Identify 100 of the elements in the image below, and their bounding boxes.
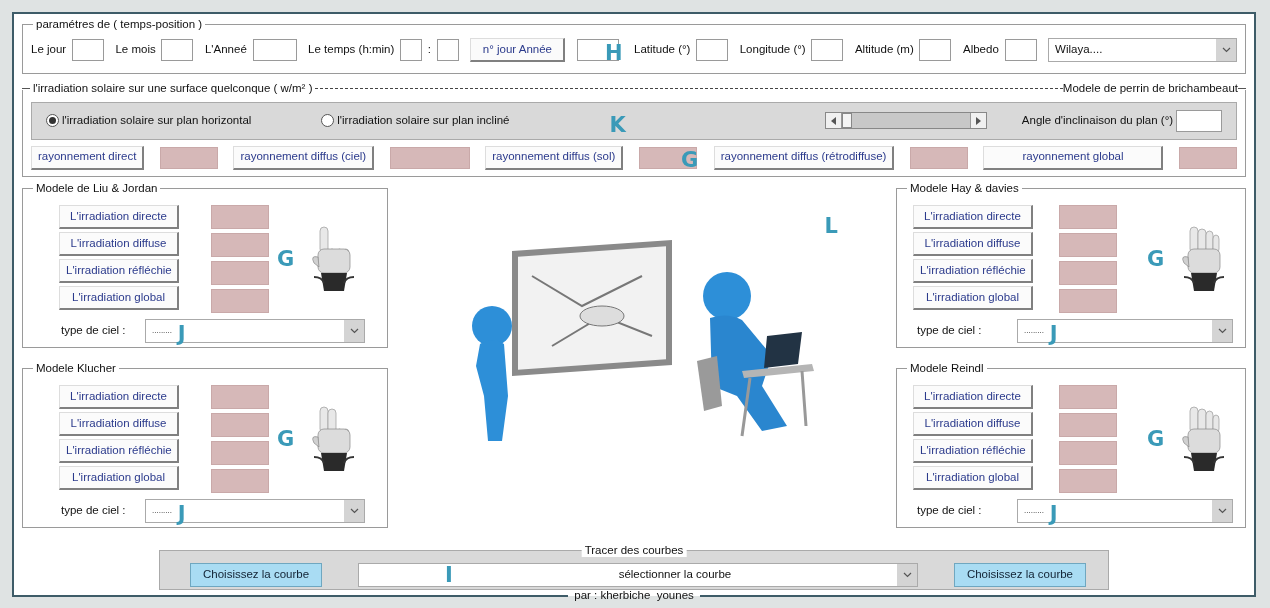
chevron-icon	[349, 507, 359, 514]
model-button[interactable]: L'irradiation réfléchie	[913, 438, 1033, 463]
output-field	[211, 441, 269, 465]
dropdown[interactable]: I sélectionner la courbe	[358, 563, 918, 587]
annotation-letter: L	[824, 216, 838, 236]
field-label: Le jour	[31, 42, 67, 58]
model-button[interactable]: L'irradiation global	[59, 285, 179, 310]
output-button[interactable]: rayonnement global	[983, 145, 1164, 170]
model-button[interactable]: L'irradiation réfléchie	[913, 258, 1033, 283]
annotation-letter: J	[1049, 323, 1058, 344]
annotation-letter: G	[1147, 429, 1165, 449]
output-button[interactable]: rayonnement direct	[31, 145, 145, 170]
annotation-letter: G	[1147, 249, 1165, 269]
output-button[interactable]: rayonnement diffus (sol)	[485, 145, 624, 170]
model-button[interactable]: L'irradiation directe	[59, 205, 179, 229]
output-field	[638, 146, 697, 169]
field-label: type de ciel :	[61, 323, 127, 339]
input-field[interactable]	[577, 38, 619, 61]
output-field	[1059, 261, 1117, 285]
annotation-letter: J	[177, 323, 186, 344]
annotation-letter: J	[177, 503, 186, 524]
output-field	[211, 385, 269, 409]
output-field	[211, 289, 269, 313]
model-button[interactable]: L'irradiation réfléchie	[59, 258, 179, 283]
field-label: Le temps (h:min)	[308, 42, 395, 58]
model-button[interactable]: L'irradiation global	[59, 465, 179, 490]
input-field[interactable]	[71, 38, 104, 61]
output-field	[1059, 233, 1117, 257]
field-label: Albedo	[963, 42, 999, 58]
section-title: Tracer des courbes	[581, 543, 687, 557]
field-label: type de ciel :	[61, 503, 127, 519]
field-label: Altitude (m)	[854, 42, 914, 58]
model-button[interactable]: L'irradiation diffuse	[59, 411, 179, 436]
field-label: type de ciel :	[917, 323, 983, 339]
input-field[interactable]	[1176, 109, 1222, 132]
output-field	[909, 146, 968, 169]
day-number-button[interactable]: n° jour Année	[470, 37, 566, 62]
chevron-icon	[902, 572, 912, 578]
model-button[interactable]: L'irradiation diffuse	[913, 231, 1033, 256]
dropdown[interactable]: ......... J	[145, 318, 365, 343]
output-field	[1179, 146, 1237, 169]
chevron-icon	[1217, 327, 1227, 334]
chevron-icon	[1221, 46, 1231, 53]
model-button[interactable]: L'irradiation réfléchie	[59, 438, 179, 463]
input-field[interactable]	[161, 38, 194, 61]
input-field[interactable]	[252, 38, 297, 61]
dropdown[interactable]: Wilaya....	[1048, 37, 1237, 62]
output-field	[1059, 205, 1117, 229]
model-button[interactable]: L'irradiation directe	[913, 205, 1033, 229]
field-label: type de ciel :	[917, 503, 983, 519]
chevron-icon	[1217, 507, 1227, 514]
input-field[interactable]	[811, 38, 844, 61]
model-button[interactable]: L'irradiation directe	[913, 385, 1033, 409]
section-title: Modele de perrin de brichambeaut	[1062, 80, 1238, 96]
annotation-letter: H	[605, 42, 623, 63]
scroll-bar[interactable]	[825, 112, 988, 130]
author-credit: par : kherbiche younes	[573, 588, 695, 603]
output-field	[1059, 289, 1117, 313]
output-field	[211, 233, 269, 257]
curve-button[interactable]: Choisissez la courbe	[953, 563, 1086, 587]
input-field[interactable]	[919, 38, 952, 61]
model-button[interactable]: L'irradiation directe	[59, 385, 179, 409]
annotation-letter: G	[277, 429, 295, 449]
field-label: Le mois	[115, 42, 156, 58]
field-label: Latitude (°)	[634, 42, 691, 58]
annotation-letter: K	[609, 114, 626, 135]
section-title: l'irradiation solaire sur une surface quelconque ( w/m² )	[31, 80, 314, 96]
radio-option[interactable]: l'irradiation solaire sur plan incliné	[321, 112, 510, 130]
output-field	[211, 469, 269, 493]
input-field[interactable]	[436, 38, 459, 61]
dropdown[interactable]: ......... J	[145, 498, 365, 523]
annotation-letter: I	[445, 565, 453, 585]
section-title: Modele de Liu & Jordan	[33, 181, 161, 195]
output-field	[211, 261, 269, 285]
field-label: Longitude (°)	[739, 42, 806, 58]
input-field[interactable]	[1004, 38, 1037, 61]
input-field[interactable]	[400, 38, 423, 61]
annotation-letter: G	[277, 249, 295, 269]
section-title: Modele Reindl	[907, 361, 987, 375]
annotation-letter: G	[680, 149, 699, 170]
output-field	[211, 413, 269, 437]
curve-button[interactable]: Choisissez la courbe	[190, 563, 323, 587]
field-label: L'Anneé	[204, 42, 247, 58]
dropdown[interactable]: ......... J	[1017, 318, 1233, 343]
dropdown[interactable]: ......... J	[1017, 498, 1233, 523]
output-button[interactable]: rayonnement diffus (ciel)	[233, 145, 375, 170]
output-field	[159, 146, 218, 169]
radio-option[interactable]: l'irradiation solaire sur plan horizontal	[46, 112, 252, 130]
section-title: Modele Klucher	[33, 361, 119, 375]
output-field	[1059, 441, 1117, 465]
output-field	[1059, 413, 1117, 437]
output-button[interactable]: rayonnement diffus (rétrodiffuse)	[713, 145, 895, 170]
model-button[interactable]: L'irradiation global	[913, 465, 1033, 490]
output-field	[211, 205, 269, 229]
model-button[interactable]: L'irradiation global	[913, 285, 1033, 310]
model-button[interactable]: L'irradiation diffuse	[913, 411, 1033, 436]
input-field[interactable]	[696, 38, 729, 61]
model-button[interactable]: L'irradiation diffuse	[59, 231, 179, 256]
output-field	[1059, 469, 1117, 493]
chevron-icon	[349, 327, 359, 334]
